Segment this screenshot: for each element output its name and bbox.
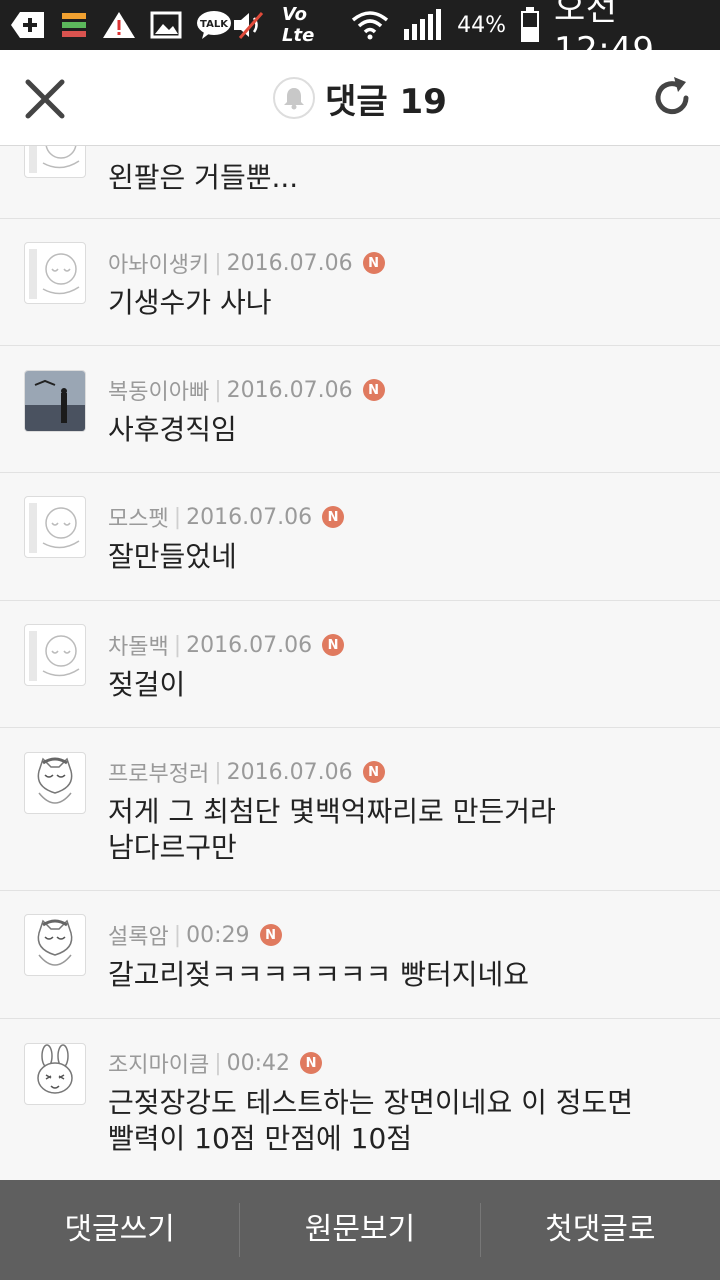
comment-author[interactable]: 차돌백 (108, 629, 169, 661)
comment-text-line: 빨력이 10점 만점에 10점 (108, 1122, 413, 1155)
meta-separator: | (173, 504, 182, 530)
page-title: 댓글 19 (325, 81, 447, 122)
default-avatar-icon (24, 496, 86, 558)
comment-item: 설록암 | 00:29 N 갈고리젖ㅋㅋㅋㅋㅋㅋㅋ 빵터지네요 (0, 891, 720, 1019)
new-badge: N (322, 634, 345, 656)
view-original-button[interactable]: 원문보기 (240, 1180, 479, 1280)
svg-text:TALK: TALK (200, 19, 229, 30)
comment-text-line: 저게 그 최첨단 몇백억짜리로 만든거라 (108, 795, 556, 828)
new-badge: N (362, 379, 385, 401)
comments-header: 댓글 19 (0, 50, 720, 146)
notification-bell-button[interactable] (273, 77, 316, 119)
comment-text: 왼팔은 거들뿐... (108, 161, 299, 194)
comment-author[interactable]: 모스펫 (108, 501, 169, 533)
bottom-action-bar: 댓글쓰기 원문보기 첫댓글로 (0, 1180, 720, 1280)
comment-meta: 설록암 | 00:29 N (108, 919, 282, 951)
refresh-button[interactable] (648, 74, 696, 122)
comment-text-line: 남다르구만 (108, 831, 237, 864)
comment-author[interactable]: 프로부정러 (108, 756, 209, 788)
image-icon (150, 8, 182, 42)
comment-meta: 아놔이생키 | 2016.07.06 N (108, 247, 385, 279)
comment-meta: 프로부정러 | 2016.07.06 N (108, 756, 385, 788)
meta-separator: | (173, 922, 182, 948)
wifi-icon (351, 8, 389, 42)
stack-app-icon (60, 8, 88, 42)
refresh-icon (655, 77, 689, 115)
new-badge: N (259, 924, 282, 946)
comment-meta: 차돌백 | 2016.07.06 N (108, 629, 345, 661)
comment-item: 조지마이큼 | 00:42 N 근젖장강도 테스트하는 장면이네요 이 정도면 … (0, 1019, 720, 1180)
comment-text-line: 근젖장강도 테스트하는 장면이네요 이 정도면 (108, 1086, 634, 1119)
bell-icon (284, 88, 305, 110)
comment-item: 프로부정러 | 2016.07.06 N 저게 그 최첨단 몇백억짜리로 만든거… (0, 728, 720, 891)
comment-author[interactable]: 아놔이생키 (108, 247, 209, 279)
comment-date: 00:42 (226, 1050, 291, 1076)
status-bar: TALK Vo Lte 44% 오전 12:49 (0, 0, 720, 70)
comment-date: 2016.07.06 (226, 377, 353, 403)
new-badge: N (362, 761, 385, 783)
comment-date: 00:29 (186, 922, 250, 948)
comment-list[interactable]: 왼팔은 거들뿐... 아놔이생키 | 2016.07.06 N 기생수가 사나 … (0, 146, 720, 1180)
meta-separator: | (173, 632, 182, 658)
status-left-icons: TALK (10, 8, 232, 42)
comment-item: 차돌백 | 2016.07.06 N 젖걸이 (0, 601, 720, 728)
comment-item: 모스펫 | 2016.07.06 N 잘만들었네 (0, 473, 720, 601)
new-badge: N (300, 1052, 323, 1074)
new-badge: N (362, 252, 385, 274)
meta-separator: | (214, 250, 222, 276)
battery-percent: 44% (457, 12, 506, 38)
comment-author[interactable]: 설록암 (108, 919, 169, 951)
comment-text: 기생수가 사나 (108, 286, 272, 319)
comment-text: 사후경직임 (108, 413, 237, 446)
comment-meta: 복동이아빠 | 2016.07.06 N (108, 374, 385, 406)
write-comment-button[interactable]: 댓글쓰기 (0, 1180, 239, 1280)
rabbit-avatar-icon (24, 1043, 86, 1105)
volte-label: Vo Lte (282, 4, 315, 46)
title-wrap: 댓글 19 (0, 50, 720, 146)
comment-meta: 모스펫 | 2016.07.06 N (108, 501, 345, 533)
new-badge: N (322, 506, 345, 528)
meta-separator: | (214, 759, 222, 785)
battery-icon (520, 7, 540, 42)
first-comment-button[interactable]: 첫댓글로 (481, 1180, 720, 1280)
comment-author[interactable]: 조지마이큼 (108, 1047, 209, 1079)
default-avatar-icon (24, 624, 86, 686)
comment-text: 젖걸이 (108, 668, 186, 701)
add-notification-icon (10, 8, 46, 42)
comment-text: 잘만들었네 (108, 540, 237, 573)
comment-date: 2016.07.06 (226, 250, 353, 276)
comment-item: 왼팔은 거들뿐... (0, 146, 720, 219)
comment-author[interactable]: 복동이아빠 (108, 374, 209, 406)
photo-avatar (24, 370, 86, 432)
comment-date: 2016.07.06 (186, 504, 313, 530)
mute-icon (232, 8, 268, 42)
comment-date: 2016.07.06 (226, 759, 353, 785)
comment-meta: 조지마이큼 | 00:42 N (108, 1047, 323, 1079)
kakaotalk-icon: TALK (196, 8, 232, 42)
meta-separator: | (214, 1050, 222, 1076)
cat-avatar-icon (24, 914, 86, 976)
warning-icon (102, 8, 136, 42)
comment-text: 저게 그 최첨단 몇백억짜리로 만든거라 남다르구만 (108, 794, 696, 866)
meta-separator: | (214, 377, 222, 403)
comment-item: 복동이아빠 | 2016.07.06 N 사후경직임 (0, 346, 720, 473)
comment-date: 2016.07.06 (186, 632, 313, 658)
signal-icon (403, 8, 443, 42)
default-avatar-icon (24, 242, 86, 304)
default-avatar-icon (24, 146, 86, 178)
cat-avatar-icon (24, 752, 86, 814)
comment-text: 갈고리젖ㅋㅋㅋㅋㅋㅋㅋ 빵터지네요 (108, 958, 530, 991)
comment-text: 근젖장강도 테스트하는 장면이네요 이 정도면 빨력이 10점 만점에 10점 (108, 1085, 696, 1157)
comment-item: 아놔이생키 | 2016.07.06 N 기생수가 사나 (0, 219, 720, 346)
